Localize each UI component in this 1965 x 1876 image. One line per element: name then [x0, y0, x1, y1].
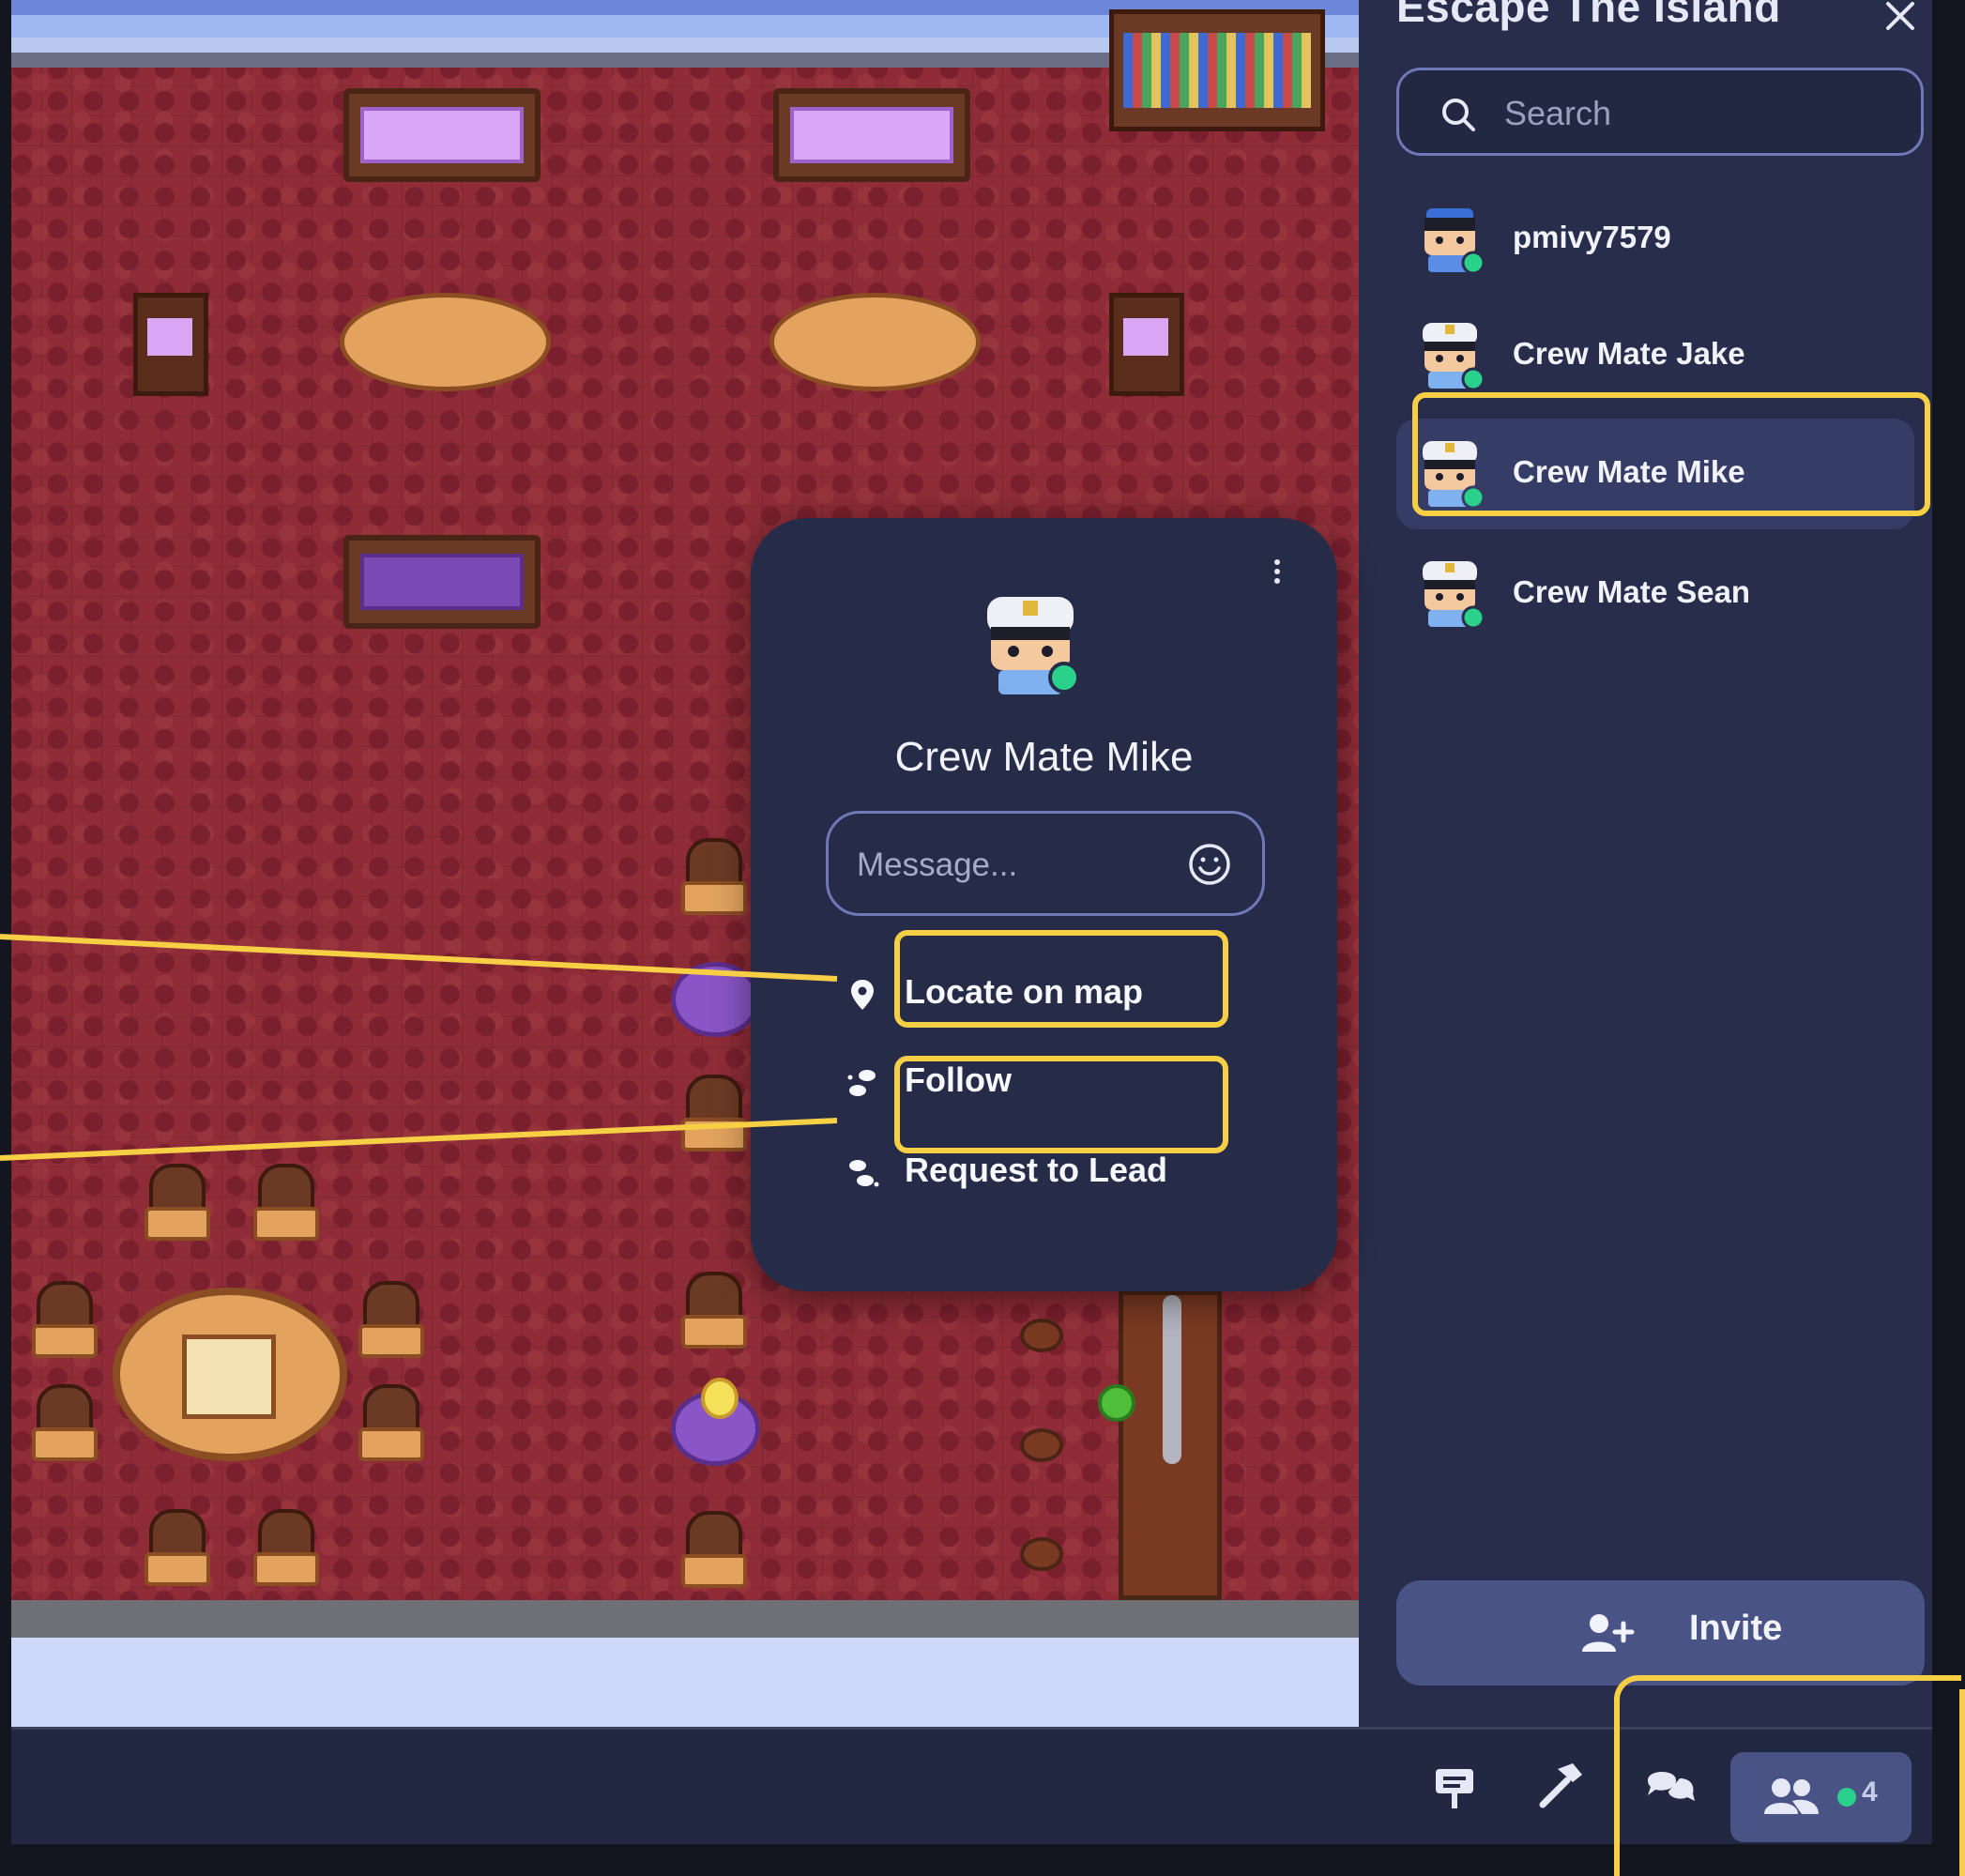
table — [340, 293, 551, 391]
round-table — [113, 1288, 347, 1461]
bar-counter — [1119, 1290, 1222, 1600]
chair — [145, 1509, 210, 1598]
user-profile-popup: Crew Mate Mike Locate on map Follow Requ… — [751, 518, 1337, 1291]
chair — [253, 1164, 319, 1253]
people-icon — [1764, 1778, 1819, 1814]
user-name: pmivy7579 — [1513, 220, 1671, 254]
space-title: Escape The Island — [1396, 0, 1781, 31]
map-bottom-wall — [11, 1600, 1359, 1638]
bar-stool — [1020, 1537, 1063, 1571]
locate-on-map-button[interactable]: Locate on map — [845, 969, 1257, 1025]
bookshelf — [1109, 9, 1325, 131]
online-status-dot — [1837, 1788, 1856, 1807]
bar-stool — [1020, 1319, 1063, 1352]
bench — [343, 535, 541, 629]
chat-icon[interactable] — [1642, 1758, 1698, 1814]
people-button[interactable]: 4 — [1730, 1752, 1912, 1842]
bottom-toolbar: 4 — [11, 1727, 1932, 1844]
chair — [32, 1281, 98, 1370]
user-row-crew-mate-jake[interactable]: Crew Mate Jake — [1396, 300, 1914, 411]
user-row-crew-mate-sean[interactable]: Crew Mate Sean — [1396, 539, 1914, 649]
more-options-icon[interactable] — [1272, 557, 1283, 593]
chair — [681, 1075, 747, 1164]
search-field[interactable] — [1396, 68, 1924, 156]
locate-on-map-label: Locate on map — [905, 972, 1144, 1011]
profile-name: Crew Mate Mike — [894, 734, 1194, 780]
chair — [145, 1164, 210, 1253]
chair — [253, 1509, 319, 1598]
table — [769, 293, 981, 391]
plant — [1098, 1384, 1135, 1422]
user-row-crew-mate-mike[interactable]: Crew Mate Mike — [1396, 419, 1914, 529]
online-count: 4 — [1862, 1777, 1878, 1807]
participants-panel: Escape The Island pmivy7579 Crew Mate Ja… — [1359, 0, 1932, 1727]
emoji-icon[interactable] — [1187, 842, 1232, 887]
highlight-people-button-edge — [1956, 1689, 1965, 1876]
follow-label: Follow — [905, 1060, 1012, 1099]
user-name: Crew Mate Jake — [1513, 336, 1745, 371]
bar-stool — [1020, 1428, 1063, 1462]
message-field[interactable] — [826, 811, 1265, 916]
map-bottom-strip — [11, 1638, 1359, 1727]
chair — [681, 1511, 747, 1600]
avatar — [1423, 441, 1485, 510]
user-row-pmivy7579[interactable]: pmivy7579 — [1396, 184, 1914, 295]
chair — [32, 1384, 98, 1473]
close-icon[interactable] — [1884, 0, 1916, 38]
search-icon — [1442, 99, 1475, 131]
user-name: Crew Mate Mike — [1513, 454, 1745, 489]
footsteps-lead-icon — [849, 1160, 879, 1187]
chair — [681, 838, 747, 927]
sign-icon[interactable] — [1426, 1758, 1483, 1814]
search-input[interactable] — [1504, 85, 1898, 142]
avatar — [987, 597, 1080, 694]
request-to-lead-button[interactable]: Request to Lead — [845, 1147, 1257, 1203]
avatar — [1423, 323, 1485, 391]
invite-label: Invite — [1689, 1609, 1783, 1648]
map-pin-icon — [851, 980, 874, 1010]
side-chair — [1109, 293, 1184, 396]
cake — [701, 1378, 739, 1419]
chair — [358, 1281, 424, 1370]
message-input[interactable] — [857, 838, 1185, 892]
request-to-lead-label: Request to Lead — [905, 1151, 1168, 1189]
hammer-icon[interactable] — [1531, 1758, 1588, 1814]
bench — [343, 88, 541, 182]
invite-button[interactable]: Invite — [1396, 1580, 1925, 1685]
follow-button[interactable]: Follow — [845, 1057, 1257, 1113]
add-user-icon — [1582, 1614, 1635, 1652]
avatar — [1424, 208, 1485, 275]
chair — [358, 1384, 424, 1473]
avatar — [1423, 561, 1485, 630]
stool — [671, 962, 760, 1037]
bench — [773, 88, 970, 182]
footsteps-icon — [847, 1070, 876, 1096]
chair — [681, 1272, 747, 1361]
side-chair — [133, 293, 208, 396]
user-name: Crew Mate Sean — [1513, 574, 1751, 609]
